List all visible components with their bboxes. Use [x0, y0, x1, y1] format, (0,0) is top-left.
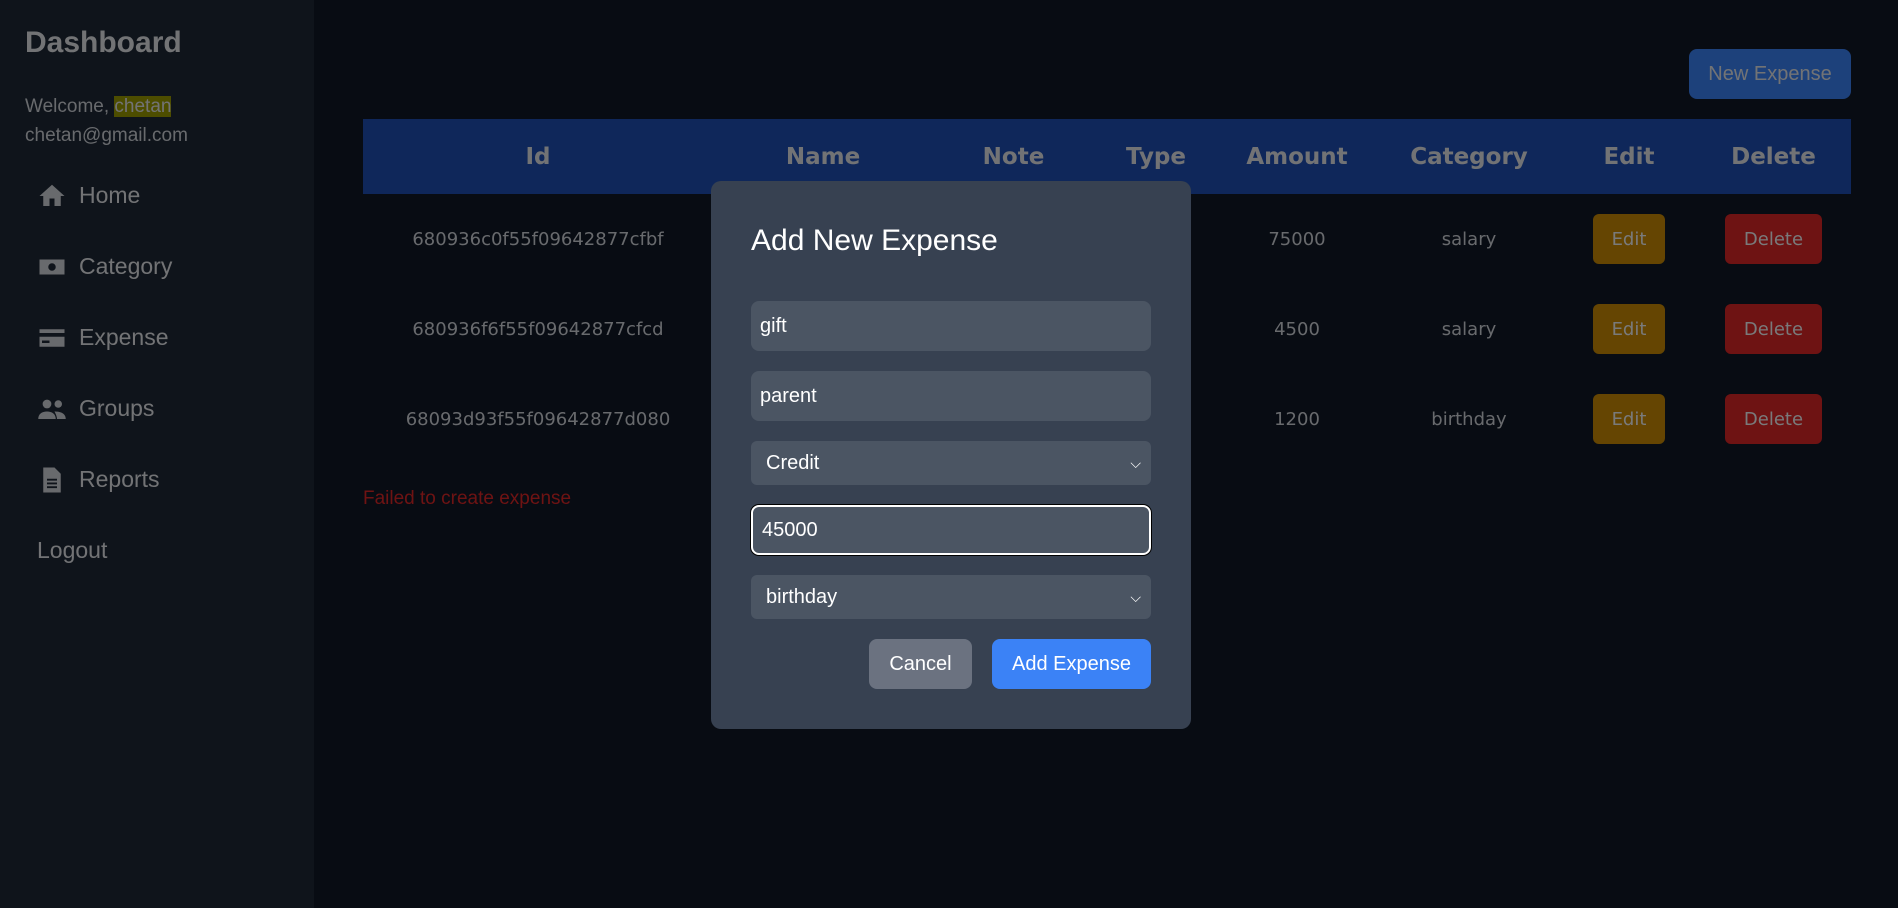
cancel-button[interactable]: Cancel [869, 639, 972, 689]
category-select[interactable]: birthday ⌵ [751, 575, 1151, 619]
type-select-value: Credit [766, 451, 820, 474]
amount-input[interactable] [751, 505, 1151, 555]
modal-actions: Cancel Add Expense [751, 639, 1151, 689]
add-expense-modal: Add New Expense Credit ⌵ birthday ⌵ Canc… [711, 181, 1191, 729]
name-input[interactable] [751, 301, 1151, 351]
note-input[interactable] [751, 371, 1151, 421]
chevron-down-icon: ⌵ [1130, 454, 1141, 471]
modal-title: Add New Expense [751, 224, 998, 257]
category-select-value: birthday [766, 585, 838, 608]
chevron-down-icon: ⌵ [1130, 588, 1141, 605]
add-expense-button[interactable]: Add Expense [992, 639, 1151, 689]
type-select[interactable]: Credit ⌵ [751, 441, 1151, 485]
